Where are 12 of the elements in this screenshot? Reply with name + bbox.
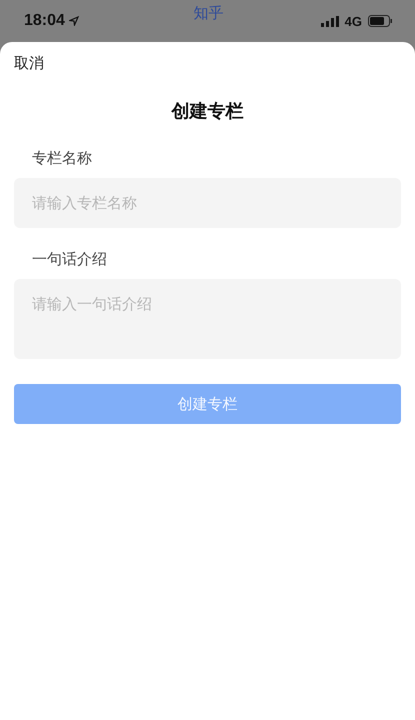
back-to-app-link[interactable]: 知乎 <box>194 4 224 22</box>
field-label: 专栏名称 <box>32 149 93 168</box>
textarea-field[interactable]: 请输入一句话介绍 <box>14 279 401 359</box>
battery-icon <box>368 15 393 27</box>
network-label: 4G <box>344 14 362 28</box>
location-arrow-icon <box>68 16 79 26</box>
cancel-button[interactable]: 取消 <box>14 54 44 73</box>
status-time: 18:04 <box>24 12 65 30</box>
field-label: 一句话介绍 <box>32 250 108 269</box>
input-field[interactable]: 请输入专栏名称 <box>14 178 401 228</box>
sheet-title: 创建专栏 <box>170 100 244 123</box>
signal-icon <box>320 16 339 26</box>
